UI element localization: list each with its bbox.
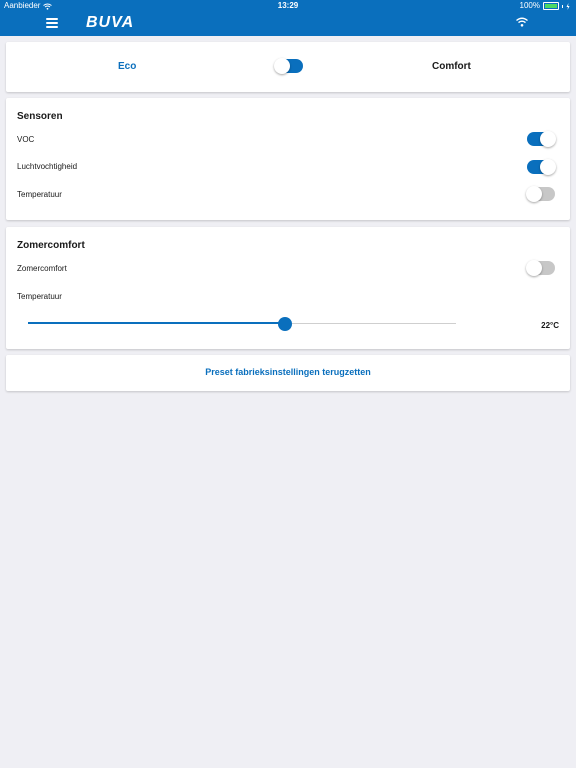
mode-card: Eco Comfort [6,42,570,92]
battery-info: 100% [520,0,570,12]
menu-icon[interactable] [46,18,58,28]
wifi-connection-icon[interactable] [516,17,528,27]
sensor-humidity-label: Luchtvochtigheid [17,162,78,171]
status-time: 13:29 [277,1,299,10]
eco-comfort-toggle[interactable] [274,58,303,74]
sensor-humidity-toggle[interactable] [527,159,556,175]
summer-comfort-toggle[interactable] [526,260,555,276]
summer-comfort-title: Zomercomfort [17,240,85,251]
reset-factory-settings-button[interactable]: Preset fabrieksinstellingen terugzetten [6,367,570,377]
sensor-voc-label: VOC [17,135,35,144]
battery-percent: 100% [519,1,540,10]
sensor-voc-toggle[interactable] [527,131,556,147]
reset-card: Preset fabrieksinstellingen terugzetten [6,355,570,391]
summer-temperature-label: Temperatuur [17,292,62,301]
summer-comfort-card: Zomercomfort Zomercomfort Temperatuur 22… [6,227,570,349]
sensor-temperature-label: Temperatuur [17,190,62,199]
sensor-temperature-toggle[interactable] [526,186,555,202]
slider-fill [28,322,285,324]
status-bar: Aanbieder 13:29 100% [0,0,576,12]
temperature-value: 22°C [541,321,559,330]
sensors-title: Sensoren [17,111,63,122]
comfort-label: Comfort [432,61,471,72]
eco-label: Eco [118,61,137,72]
sensors-card: Sensoren VOC Luchtvochtigheid Temperatuu… [6,98,570,220]
charging-icon [566,2,570,10]
app-header: Aanbieder 13:29 100% BUVA [0,0,576,36]
summer-comfort-label: Zomercomfort [17,264,67,273]
slider-thumb[interactable] [278,317,292,331]
buva-logo: BUVA [86,14,135,31]
battery-icon [543,2,559,10]
temperature-slider[interactable] [28,317,456,331]
